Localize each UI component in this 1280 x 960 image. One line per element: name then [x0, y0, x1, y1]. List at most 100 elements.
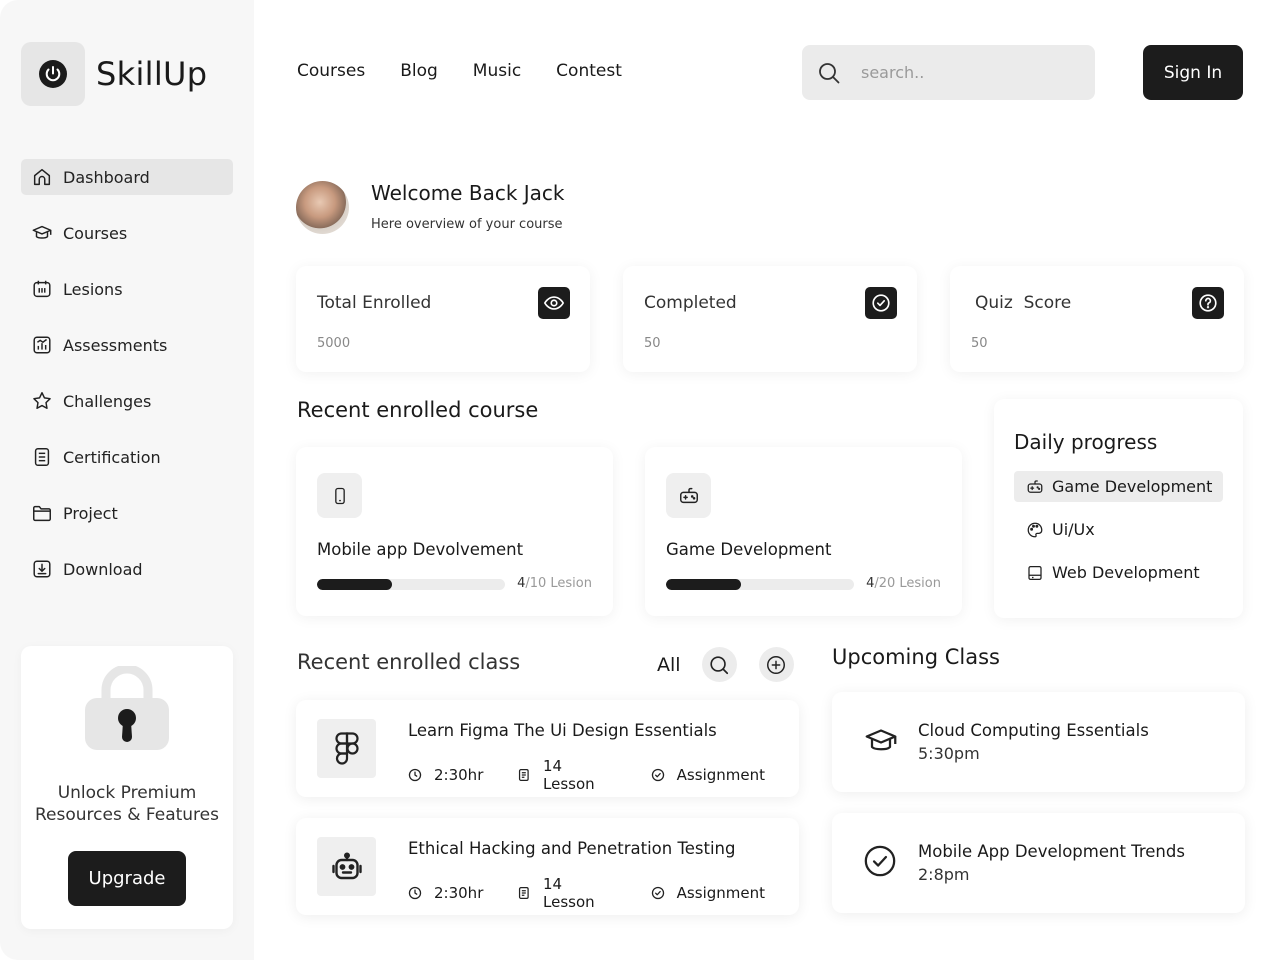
- check-circle-icon: [651, 886, 664, 900]
- question-icon: [1192, 287, 1224, 319]
- mobile-icon: [317, 473, 362, 518]
- upcoming-class-mobile-app-trends[interactable]: Mobile App Development Trends 2:8pm: [832, 813, 1245, 913]
- class-type: Assignment: [651, 766, 765, 784]
- class-lessons: 14 Lesson: [517, 757, 616, 793]
- lock-icon: [84, 664, 170, 756]
- class-meta: 2:30hr 14 Lesson Assignment: [408, 757, 799, 793]
- document-icon: [519, 886, 530, 900]
- sidebar-item-project[interactable]: Project: [21, 495, 233, 531]
- search-icon[interactable]: [817, 61, 841, 85]
- recent-class-toolbar: All: [657, 647, 816, 682]
- sidebar-item-label: Challenges: [63, 391, 152, 411]
- sidebar-item-assessments[interactable]: Assessments: [21, 327, 233, 363]
- folder-icon: [33, 505, 51, 522]
- premium-promo-card: Unlock Premium Resources & Features Upgr…: [21, 646, 233, 929]
- sign-in-button[interactable]: Sign In: [1143, 45, 1243, 100]
- document-icon: [519, 768, 530, 782]
- daily-progress-card: Daily progress Game Development Ui/Ux We…: [994, 399, 1243, 618]
- daily-item-label: Web Development: [1052, 563, 1200, 582]
- check-circle-icon: [864, 845, 896, 877]
- promo-text-line2: Resources & Features: [35, 805, 219, 825]
- course-title: Game Development: [666, 540, 832, 559]
- bar-chart-icon: [33, 336, 51, 354]
- eye-icon: [538, 287, 570, 319]
- class-lessons: 14 Lesson: [517, 875, 616, 911]
- upcoming-title: Mobile App Development Trends: [918, 842, 1185, 861]
- topnav-link-music[interactable]: Music: [473, 61, 521, 81]
- upcoming-class-cloud-computing[interactable]: Cloud Computing Essentials 5:30pm: [832, 692, 1245, 792]
- plus-circle-icon: [767, 655, 786, 674]
- sidebar-item-download[interactable]: Download: [21, 551, 233, 587]
- class-meta: 2:30hr 14 Lesson Assignment: [408, 875, 799, 911]
- course-progress-bar: [317, 579, 505, 590]
- daily-progress-title: Daily progress: [1014, 430, 1158, 454]
- clock-icon: [408, 886, 422, 900]
- recent-class-title: Recent enrolled class: [297, 650, 521, 674]
- clock-icon: [408, 768, 422, 782]
- sidebar-item-courses[interactable]: Courses: [21, 215, 233, 251]
- upgrade-button[interactable]: Upgrade: [68, 851, 186, 906]
- document-list-icon: [34, 448, 50, 466]
- daily-item-game-development[interactable]: Game Development: [1014, 471, 1223, 502]
- sidebar-item-label: Certification: [63, 447, 161, 467]
- class-card-figma[interactable]: Learn Figma The Ui Design Essentials 2:3…: [296, 700, 799, 797]
- sidebar-item-label: Lesions: [63, 279, 123, 299]
- class-duration: 2:30hr: [408, 884, 483, 902]
- course-progress-fill: [666, 579, 742, 590]
- sidebar-item-certification[interactable]: Certification: [21, 439, 233, 475]
- avatar[interactable]: [296, 181, 349, 234]
- class-type-text: Assignment: [676, 766, 765, 784]
- sidebar-item-label: Assessments: [63, 335, 168, 355]
- topnav-link-courses[interactable]: Courses: [297, 61, 365, 81]
- daily-item-uiux[interactable]: Ui/Ux: [1014, 514, 1223, 545]
- sidebar-nav: Dashboard Courses Lesions Assessments Ch…: [21, 159, 233, 607]
- daily-item-web-development[interactable]: Web Development: [1014, 557, 1223, 588]
- lessons-total: /10 Lesion: [525, 576, 592, 591]
- course-card-game-development[interactable]: Game Development 4/20 Lesion: [645, 447, 962, 616]
- course-card-mobile-app[interactable]: Mobile app Devolvement 4/10 Lesion: [296, 447, 613, 616]
- stat-label: Quiz Score: [975, 293, 1072, 313]
- class-duration-text: 2:30hr: [434, 766, 484, 784]
- promo-text: Unlock Premium Resources & Features: [21, 782, 233, 826]
- daily-item-label: Ui/Ux: [1052, 520, 1095, 539]
- class-card-ethical-hacking[interactable]: Ethical Hacking and Penetration Testing …: [296, 818, 799, 915]
- welcome-subtitle: Here overview of your course: [371, 217, 563, 232]
- sidebar-item-dashboard[interactable]: Dashboard: [21, 159, 233, 195]
- filter-all[interactable]: All: [657, 654, 681, 676]
- figma-icon: [317, 719, 376, 778]
- sidebar-item-label: Download: [63, 559, 143, 579]
- stat-value: 50: [971, 336, 988, 351]
- class-type: Assignment: [651, 884, 765, 902]
- class-title: Ethical Hacking and Penetration Testing: [408, 839, 736, 858]
- search-icon: [710, 655, 729, 674]
- home-icon: [33, 168, 51, 186]
- course-progress-fill: [317, 579, 393, 590]
- class-add-button[interactable]: [758, 647, 794, 682]
- check-circle-icon: [865, 287, 897, 319]
- stat-value: 5000: [317, 336, 351, 351]
- graduation-cap-icon: [32, 225, 52, 239]
- lessons-total: /20 Lesion: [874, 576, 941, 591]
- graduation-cap-icon: [865, 729, 897, 751]
- power-icon: [21, 42, 85, 106]
- palette-icon: [1027, 522, 1043, 537]
- gamepad-icon: [1027, 479, 1043, 493]
- sidebar-item-label: Dashboard: [63, 167, 150, 187]
- sidebar-item-lesions[interactable]: Lesions: [21, 271, 233, 307]
- brand-logo[interactable]: SkillUp: [21, 42, 207, 106]
- class-search-button[interactable]: [701, 647, 737, 682]
- class-lessons-text: 14 Lesson: [543, 875, 595, 911]
- search-input[interactable]: [861, 63, 1061, 82]
- sidebar-item-label: Courses: [63, 223, 128, 243]
- stat-card-quiz-score[interactable]: Quiz Score 50: [950, 266, 1244, 372]
- course-progress-bar: [666, 579, 854, 590]
- topnav-link-contest[interactable]: Contest: [556, 61, 622, 81]
- stat-card-completed[interactable]: Completed 50: [623, 266, 917, 372]
- welcome-title: Welcome Back Jack: [371, 181, 565, 205]
- upcoming-class-title: Upcoming Class: [832, 645, 1000, 669]
- stat-card-total-enrolled[interactable]: Total Enrolled 5000: [296, 266, 590, 372]
- topnav-link-blog[interactable]: Blog: [400, 61, 438, 81]
- sidebar-item-challenges[interactable]: Challenges: [21, 383, 233, 419]
- course-lesson-count: 4/20 Lesion: [866, 576, 941, 591]
- upcoming-time: 2:8pm: [918, 865, 970, 884]
